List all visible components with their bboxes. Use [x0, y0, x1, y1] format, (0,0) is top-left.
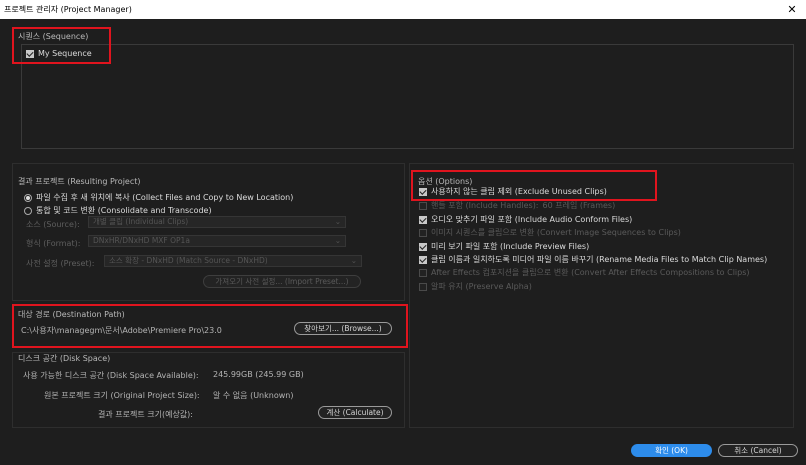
option-exclude-unused-clips[interactable]: 사용하지 않는 클립 제외 (Exclude Unused Clips): [419, 186, 607, 197]
preset-select[interactable]: 소스 확장 - DNxHD (Match Source - DNxHD) ⌄: [104, 255, 362, 267]
import-preset-button[interactable]: 가져오기 사전 설정... (Import Preset...): [203, 275, 361, 288]
option-label: 사용하지 않는 클립 제외 (Exclude Unused Clips): [431, 187, 607, 196]
handles-frames-value[interactable]: 60 프레임 (Frames): [543, 200, 616, 211]
sequence-list[interactable]: [21, 44, 794, 149]
checkbox-checked-icon: [419, 242, 427, 251]
checkbox-checked-icon: [26, 49, 34, 58]
checkbox-checked-icon: [419, 215, 427, 224]
format-select[interactable]: DNxHR/DNxHD MXF OP1a ⌄: [88, 235, 346, 247]
collect-files-radio-label: 파일 수집 후 새 위치에 복사 (Collect Files and Copy…: [36, 193, 294, 202]
option-label: 핸들 포함 (Include Handles):: [431, 201, 539, 210]
ok-button[interactable]: 확인 (OK): [631, 444, 712, 457]
checkbox-icon: [419, 228, 427, 237]
calculate-button[interactable]: 계산 (Calculate): [318, 406, 392, 419]
resulting-size-label: 결과 프로젝트 크기(예상값):: [98, 410, 193, 419]
destination-path-value: C:\사용자\managegm\문서\Adobe\Premiere Pro\23…: [21, 326, 222, 335]
option-label: 클립 이름과 일치하도록 미디어 파일 이름 바꾸기 (Rename Media…: [431, 255, 768, 264]
collect-files-radio[interactable]: 파일 수집 후 새 위치에 복사 (Collect Files and Copy…: [24, 192, 293, 203]
original-size-label: 원본 프로젝트 크기 (Original Project Size):: [44, 391, 200, 400]
option-include-handles[interactable]: 핸들 포함 (Include Handles): 60 프레임 (Frames): [419, 200, 615, 211]
format-select-value: DNxHR/DNxHD MXF OP1a: [93, 236, 190, 245]
chevron-down-icon: ⌄: [334, 217, 341, 226]
checkbox-checked-icon: [419, 187, 427, 196]
checkbox-icon: [419, 201, 427, 210]
option-convert-ae-compositions[interactable]: After Effects 컴포지션을 클립으로 변환 (Convert Aft…: [419, 267, 750, 278]
window-title: 프로젝트 관리자 (Project Manager): [4, 5, 132, 14]
disk-available-label: 사용 가능한 디스크 공간 (Disk Space Available):: [23, 371, 199, 380]
chevron-down-icon: ⌄: [350, 256, 357, 265]
title-bar: 프로젝트 관리자 (Project Manager) ✕: [0, 0, 806, 19]
resulting-project-label: 결과 프로젝트 (Resulting Project): [18, 177, 141, 186]
cancel-button[interactable]: 취소 (Cancel): [718, 444, 798, 457]
disk-available-value: 245.99GB (245.99 GB): [213, 370, 304, 379]
sequence-section-label: 시퀀스 (Sequence): [18, 32, 89, 41]
radio-unselected-icon: [24, 206, 32, 215]
format-label: 형식 (Format):: [26, 239, 81, 248]
disk-space-label: 디스크 공간 (Disk Space): [18, 354, 111, 363]
destination-path-label: 대상 경로 (Destination Path): [18, 310, 125, 319]
option-preserve-alpha[interactable]: 알파 유지 (Preserve Alpha): [419, 281, 532, 292]
source-select-value: 개별 클립 (Individual Clips): [93, 217, 189, 226]
checkbox-icon: [419, 268, 427, 277]
browse-button[interactable]: 찾아보기... (Browse...): [294, 322, 392, 335]
option-include-preview-files[interactable]: 미리 보기 파일 포함 (Include Preview Files): [419, 241, 589, 252]
option-label: 미리 보기 파일 포함 (Include Preview Files): [431, 242, 590, 251]
close-icon[interactable]: ✕: [778, 0, 806, 19]
preset-select-value: 소스 확장 - DNxHD (Match Source - DNxHD): [109, 256, 268, 265]
option-label: After Effects 컴포지션을 클립으로 변환 (Convert Aft…: [431, 268, 750, 277]
checkbox-checked-icon: [419, 255, 427, 264]
chevron-down-icon: ⌄: [334, 236, 341, 245]
source-label: 소스 (Source):: [26, 220, 80, 229]
option-rename-media-files[interactable]: 클립 이름과 일치하도록 미디어 파일 이름 바꾸기 (Rename Media…: [419, 254, 767, 265]
sequence-item-label: My Sequence: [38, 49, 92, 58]
option-convert-image-sequences[interactable]: 이미지 시퀀스를 클립으로 변환 (Convert Image Sequence…: [419, 227, 681, 238]
sequence-checkbox-my-sequence[interactable]: My Sequence: [26, 49, 92, 58]
option-label: 오디오 맞추기 파일 포함 (Include Audio Conform Fil…: [431, 215, 633, 224]
consolidate-transcode-radio[interactable]: 통합 및 코드 변환 (Consolidate and Transcode): [24, 205, 212, 216]
checkbox-icon: [419, 282, 427, 291]
option-label: 이미지 시퀀스를 클립으로 변환 (Convert Image Sequence…: [431, 228, 681, 237]
consolidate-radio-label: 통합 및 코드 변환 (Consolidate and Transcode): [36, 206, 212, 215]
radio-selected-icon: [24, 193, 32, 202]
preset-label: 사전 설정 (Preset):: [26, 259, 95, 268]
option-label: 알파 유지 (Preserve Alpha): [431, 282, 532, 291]
option-include-audio-conform[interactable]: 오디오 맞추기 파일 포함 (Include Audio Conform Fil…: [419, 214, 632, 225]
original-size-value: 알 수 없음 (Unknown): [213, 391, 294, 400]
source-select[interactable]: 개별 클립 (Individual Clips) ⌄: [88, 216, 346, 228]
